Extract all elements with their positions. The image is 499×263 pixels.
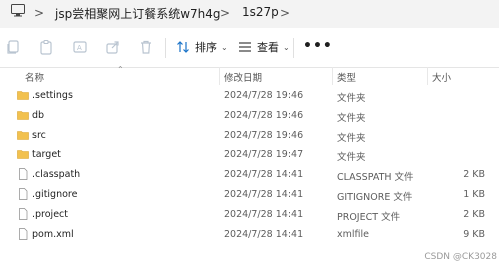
column-header-modified[interactable]: 修改日期	[224, 70, 262, 84]
file-type: 文件夹	[337, 112, 366, 124]
file-name: db	[32, 109, 45, 121]
breadcrumb-separator: >	[220, 6, 231, 20]
column-divider[interactable]	[427, 67, 428, 85]
delete-icon[interactable]	[138, 39, 154, 55]
view-icon	[239, 42, 251, 52]
file-size: 2 KB	[463, 208, 485, 220]
file-type: 文件夹	[337, 152, 366, 164]
file-type: CLASSPATH 文件	[337, 172, 414, 184]
address-bar[interactable]: > jsp尝相聚网上订餐系统w7h4g > 1s27p >	[0, 0, 499, 28]
file-row[interactable]: target 2024/7/28 19:47 文件夹	[0, 145, 499, 165]
breadcrumb-separator: >	[34, 6, 45, 20]
file-row[interactable]: .classpath 2024/7/28 14:41 CLASSPATH 文件 …	[0, 165, 499, 185]
file-modified: 2024/7/28 14:41	[224, 228, 304, 240]
file-name: target	[32, 149, 61, 161]
file-row[interactable]: src 2024/7/28 19:46 文件夹	[0, 126, 499, 146]
breadcrumb-separator: >	[280, 6, 291, 20]
column-header-type[interactable]: 类型	[337, 70, 356, 84]
folder-icon	[17, 130, 29, 140]
toolbar-divider	[293, 38, 294, 58]
chevron-down-icon: ⌄	[283, 42, 290, 52]
column-divider[interactable]	[219, 67, 220, 85]
file-row[interactable]: .project 2024/7/28 14:41 PROJECT 文件 2 KB	[0, 205, 499, 225]
view-button[interactable]: 查看 ⌄	[238, 39, 290, 55]
file-type: PROJECT 文件	[337, 211, 401, 223]
file-row[interactable]: .settings 2024/7/28 19:46 文件夹	[0, 86, 499, 106]
file-row[interactable]: .gitignore 2024/7/28 14:41 GITIGNORE 文件 …	[0, 185, 499, 205]
paste-icon[interactable]	[38, 39, 54, 55]
file-type: 文件夹	[337, 93, 366, 104]
chevron-down-icon: ⌄	[221, 42, 228, 52]
file-modified: 2024/7/28 14:41	[224, 208, 304, 220]
computer-icon[interactable]	[11, 4, 25, 17]
file-icon	[19, 227, 28, 240]
svg-text:A: A	[77, 44, 82, 52]
file-row[interactable]: db 2024/7/28 19:46 文件夹	[0, 106, 499, 126]
file-list: .settings 2024/7/28 19:46 文件夹 db 2024/7/…	[0, 86, 499, 244]
toolbar-divider	[165, 38, 166, 58]
watermark: CSDN @CK3028	[424, 252, 497, 262]
copy-icon[interactable]	[5, 39, 21, 55]
column-header-name[interactable]: 名称	[25, 70, 44, 84]
column-divider[interactable]	[332, 67, 333, 85]
more-options-button[interactable]: •••	[303, 38, 333, 54]
file-modified: 2024/7/28 19:46	[224, 129, 304, 141]
file-icon	[19, 188, 28, 200]
view-label: 查看	[257, 41, 279, 54]
file-icon	[19, 168, 28, 181]
column-header-size[interactable]: 大小	[432, 70, 451, 84]
file-modified: 2024/7/28 19:47	[224, 149, 304, 161]
folder-icon	[17, 91, 29, 100]
file-icon	[19, 207, 28, 220]
sort-label: 排序	[195, 41, 217, 54]
file-name: .project	[32, 208, 68, 220]
file-name: pom.xml	[32, 228, 74, 240]
sort-button[interactable]: 排序 ⌄	[176, 39, 228, 55]
breadcrumb-item-project[interactable]: jsp尝相聚网上订餐系统w7h4g	[55, 5, 221, 22]
sort-icon	[177, 41, 189, 53]
column-header: ⌃ 名称 修改日期 类型 大小	[0, 65, 499, 85]
breadcrumb-item-folder[interactable]: 1s27p	[242, 5, 279, 19]
rename-icon[interactable]: A	[72, 39, 88, 55]
file-size: 1 KB	[463, 188, 485, 200]
share-icon[interactable]	[105, 39, 121, 55]
folder-icon	[17, 110, 29, 120]
file-modified: 2024/7/28 19:46	[224, 90, 304, 101]
folder-icon	[17, 150, 29, 160]
file-modified: 2024/7/28 14:41	[224, 169, 304, 181]
file-type: GITIGNORE 文件	[337, 191, 413, 203]
file-name: .settings	[32, 90, 73, 101]
file-modified: 2024/7/28 14:41	[224, 188, 304, 200]
sort-indicator-icon: ⌃	[117, 65, 124, 74]
file-name: src	[32, 129, 46, 141]
file-size: 9 KB	[463, 228, 485, 240]
file-type: xmlfile	[337, 228, 369, 240]
file-name: .classpath	[32, 169, 81, 181]
file-row[interactable]: pom.xml 2024/7/28 14:41 xmlfile 9 KB	[0, 225, 499, 245]
file-size: 2 KB	[463, 169, 485, 181]
file-modified: 2024/7/28 19:46	[224, 109, 304, 121]
command-bar: A 排序 ⌄ 查看 ⌄ •••	[0, 28, 499, 68]
file-name: .gitignore	[32, 188, 78, 200]
file-type: 文件夹	[337, 132, 366, 144]
